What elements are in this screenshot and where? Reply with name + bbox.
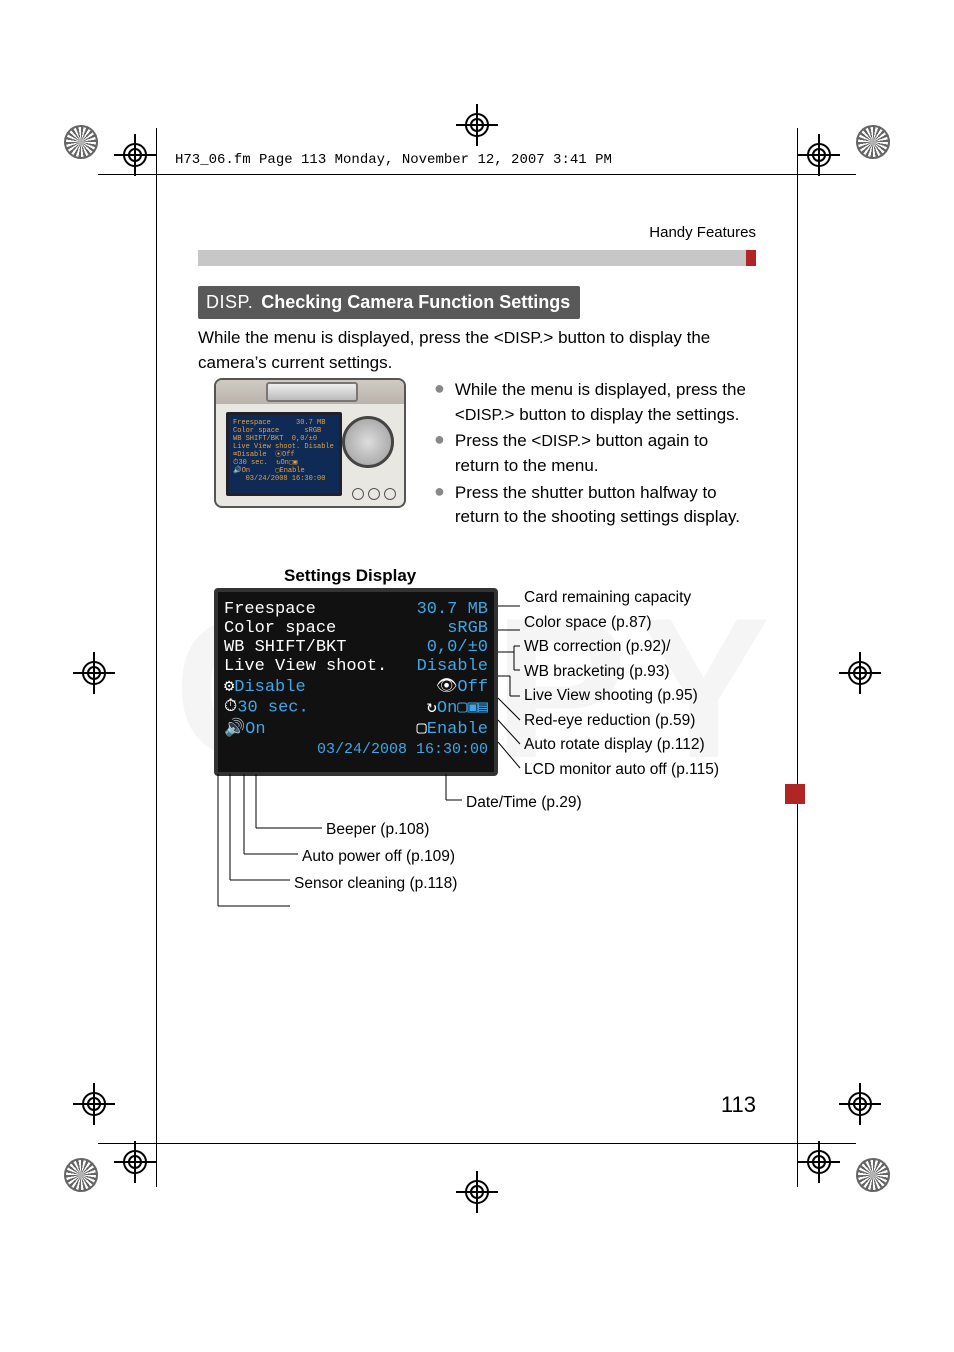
rosette-mark [856,1158,890,1192]
registration-mark [462,110,492,140]
tab-mark [785,784,805,804]
eye-icon: 👁 [436,676,458,697]
crop-line [156,128,157,1187]
callout-label: Beeper (p.108) [326,821,582,839]
registration-mark [845,658,875,688]
rotate-icon: ↻ [427,697,437,718]
instruction-list: ● While the menu is displayed, press the… [434,378,756,532]
list-item: ● Press the shutter button halfway to re… [434,481,756,530]
registration-mark [120,1147,150,1177]
sensor-clean-icon: ⚙ [224,676,234,697]
callout-label: Color space (p.87) [524,615,719,631]
registration-mark [804,1147,834,1177]
bullet-icon: ● [434,481,445,530]
callout-label: Card remaining capacity [524,590,719,606]
rosette-mark [64,125,98,159]
callout-label: Red-eye reduction (p.59) [524,713,719,729]
camera-lcd-preview: Freespace 30.7 MB Color space sRGB WB SH… [226,412,342,496]
bullet-icon: ● [434,429,445,478]
camera-illustration: Freespace 30.7 MB Color space sRGB WB SH… [214,378,406,508]
disp-label: DISP. [206,292,253,313]
header-bar-accent [746,250,756,266]
lcd-datetime: 03/24/2008 16:30:00 [224,741,488,758]
settings-display-lcd: Freespace30.7 MB Color spacesRGB WB SHIF… [214,588,498,776]
header-bar [198,250,756,266]
registration-mark [120,140,150,170]
beeper-icon: 🔊 [224,718,245,739]
callout-label: WB bracketing (p.93) [524,664,719,680]
section-heading: DISP. Checking Camera Function Settings [198,286,580,319]
registration-mark [845,1089,875,1119]
registration-mark [462,1177,492,1207]
list-item: ● While the menu is displayed, press the… [434,378,756,427]
callout-label: Live View shooting (p.95) [524,688,719,704]
crop-line [98,1143,856,1144]
callout-list-bottom: Date/Time (p.29) Beeper (p.108) Auto pow… [294,794,582,902]
crop-line [98,174,856,175]
registration-mark [804,140,834,170]
camera-dial-icon [342,416,394,468]
intro-paragraph: While the menu is displayed, press the <… [198,326,756,375]
heading-text: Checking Camera Function Settings [261,292,570,313]
section-breadcrumb: Handy Features [649,224,756,241]
lcd-off-icon: ▢ [417,718,427,739]
bullet-icon: ● [434,378,445,427]
callout-label: Date/Time (p.29) [466,794,582,812]
crop-line [797,128,798,1187]
registration-mark [79,658,109,688]
rosette-mark [64,1158,98,1192]
callout-label: Auto power off (p.109) [302,848,582,866]
registration-mark [79,1089,109,1119]
callout-label: WB correction (p.92)/ [524,639,719,655]
callout-label: LCD monitor auto off (p.115) [524,762,719,778]
slug-line: H73_06.fm Page 113 Monday, November 12, … [175,152,612,168]
callout-label: Sensor cleaning (p.118) [294,875,582,893]
callout-label: Auto rotate display (p.112) [524,737,719,753]
list-item: ● Press the <DISP.> button again to retu… [434,429,756,478]
rosette-mark [856,125,890,159]
callout-list-right: Card remaining capacity Color space (p.8… [524,590,719,786]
settings-display-title: Settings Display [284,566,416,586]
page-number: 113 [721,1092,756,1118]
power-off-icon: ⏱ [224,697,237,717]
